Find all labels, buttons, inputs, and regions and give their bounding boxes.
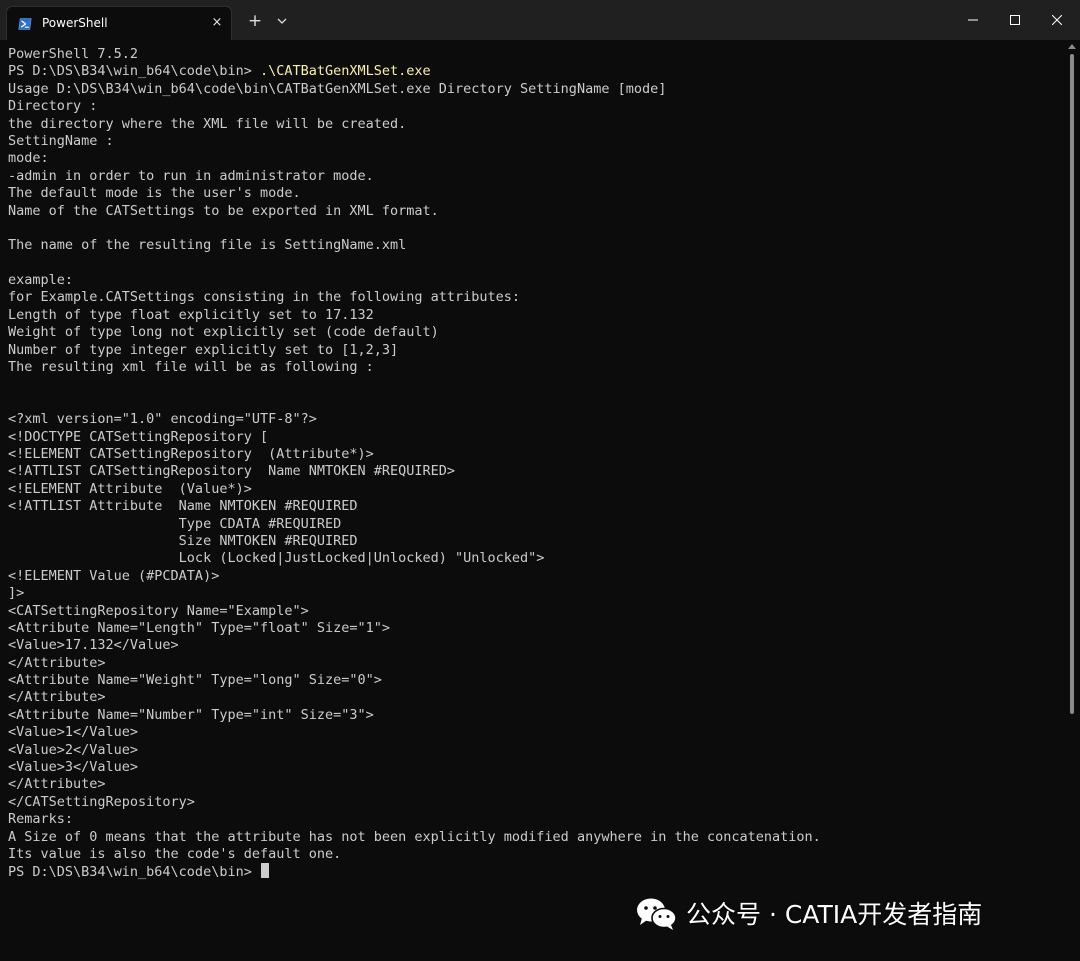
terminal-line: Size NMTOKEN #REQUIRED xyxy=(8,532,358,549)
terminal-line: <!ELEMENT CATSettingRepository (Attribut… xyxy=(8,445,374,462)
powershell-icon xyxy=(18,18,32,30)
maximize-icon xyxy=(1010,15,1020,25)
terminal-line: </Attribute> xyxy=(8,654,106,671)
terminal-line: <!ATTLIST Attribute Name NMTOKEN #REQUIR… xyxy=(8,498,358,515)
command-text: .\CATBatGenXMLSet.exe xyxy=(259,63,431,80)
terminal-line: </Attribute> xyxy=(8,689,106,706)
terminal-line: The name of the resulting file is Settin… xyxy=(8,237,407,254)
terminal-line: example: xyxy=(8,272,74,289)
close-window-button[interactable] xyxy=(1034,0,1080,40)
terminal-line: <!ELEMENT Value (#PCDATA)> xyxy=(8,567,220,584)
terminal-line: for Example.CATSettings consisting in th… xyxy=(8,289,521,306)
terminal-output[interactable]: PowerShell 7.5.2 PS D:\DS\B34\win_b64\co… xyxy=(0,40,1064,961)
minimize-icon xyxy=(968,19,978,21)
terminal-line: <?xml version="1.0" encoding="UTF-8"?> xyxy=(8,411,317,428)
terminal-line: Remarks: xyxy=(8,811,74,828)
terminal-line: <!ATTLIST CATSettingRepository Name NMTO… xyxy=(8,463,456,480)
terminal-line: SettingName : xyxy=(8,132,114,149)
maximize-button[interactable] xyxy=(992,0,1038,40)
terminal-line: <!DOCTYPE CATSettingRepository [ xyxy=(8,428,269,445)
terminal-line: mode: xyxy=(8,150,49,167)
wechat-icon xyxy=(637,898,677,930)
tab-dropdown-button[interactable] xyxy=(272,10,292,32)
prompt: PS D:\DS\B34\win_b64\code\bin> xyxy=(8,63,260,80)
terminal-line: the directory where the XML file will be… xyxy=(8,115,407,132)
terminal-line: <Attribute Name="Length" Type="float" Si… xyxy=(8,619,391,636)
terminal-line: Usage D:\DS\B34\win_b64\code\bin\CATBatG… xyxy=(8,80,667,97)
terminal-line: <CATSettingRepository Name="Example"> xyxy=(8,602,309,619)
terminal-line: </Attribute> xyxy=(8,776,106,793)
terminal-line: <Value>1</Value> xyxy=(8,724,139,741)
terminal-line: <!ELEMENT Attribute (Value*)> xyxy=(8,480,252,497)
terminal-line: Name of the CATSettings to be exported i… xyxy=(8,202,439,219)
close-icon xyxy=(1052,15,1062,25)
chevron-down-icon xyxy=(277,18,287,24)
terminal-line: Its value is also the code's default one… xyxy=(8,845,342,862)
terminal-line: Number of type integer explicitly set to… xyxy=(8,341,399,358)
terminal-line: Weight of type long not explicitly set (… xyxy=(8,324,439,341)
terminal-line: <Attribute Name="Number" Type="int" Size… xyxy=(8,706,374,723)
terminal-line: Lock (Locked|JustLocked|Unlocked) "Unloc… xyxy=(8,550,545,567)
terminal-line: The default mode is the user's mode. xyxy=(8,185,301,202)
title-bar: PowerShell × + xyxy=(0,0,1080,40)
terminal-line: Length of type float explicitly set to 1… xyxy=(8,306,374,323)
command-line: PS D:\DS\B34\win_b64\code\bin> .\CATBatG… xyxy=(8,63,821,80)
terminal-line: Type CDATA #REQUIRED xyxy=(8,515,342,532)
tab-powershell[interactable]: PowerShell × xyxy=(6,6,232,40)
final-prompt-line[interactable]: PS D:\DS\B34\win_b64\code\bin> xyxy=(8,863,821,880)
terminal-line: Directory : xyxy=(8,98,98,115)
scroll-up-arrow-icon[interactable] xyxy=(1068,44,1076,49)
terminal-line: A Size of 0 means that the attribute has… xyxy=(8,828,821,845)
terminal-lines-header: PowerShell 7.5.2 xyxy=(8,46,821,63)
terminal-line: PowerShell 7.5.2 xyxy=(8,46,139,62)
terminal-lines: PowerShell 7.5.2 PS D:\DS\B34\win_b64\co… xyxy=(8,46,821,881)
terminal-line: <Value>2</Value> xyxy=(8,741,139,758)
tab-title: PowerShell xyxy=(42,16,108,30)
minimize-button[interactable] xyxy=(950,0,996,40)
terminal-line: The resulting xml file will be as follow… xyxy=(8,359,374,376)
terminal-line: <Attribute Name="Weight" Type="long" Siz… xyxy=(8,672,382,689)
terminal-lines-body: Usage D:\DS\B34\win_b64\code\bin\CATBatG… xyxy=(8,81,821,864)
new-tab-button[interactable]: + xyxy=(242,8,268,34)
watermark-text: 公众号 · CATIA开发者指南 xyxy=(686,900,983,929)
tab-close-icon[interactable]: × xyxy=(207,13,227,33)
final-prompt: PS D:\DS\B34\win_b64\code\bin> xyxy=(8,864,260,881)
text-cursor xyxy=(260,863,269,879)
scrollbar-thumb[interactable] xyxy=(1070,54,1074,714)
terminal-line: <Value>3</Value> xyxy=(8,759,139,776)
scrollbar[interactable] xyxy=(1064,40,1080,961)
terminal-line: -admin in order to run in administrator … xyxy=(8,167,374,184)
terminal-line: <Value>17.132</Value> xyxy=(8,637,179,654)
terminal-line: </CATSettingRepository> xyxy=(8,793,195,810)
terminal-line: ]> xyxy=(8,585,25,602)
